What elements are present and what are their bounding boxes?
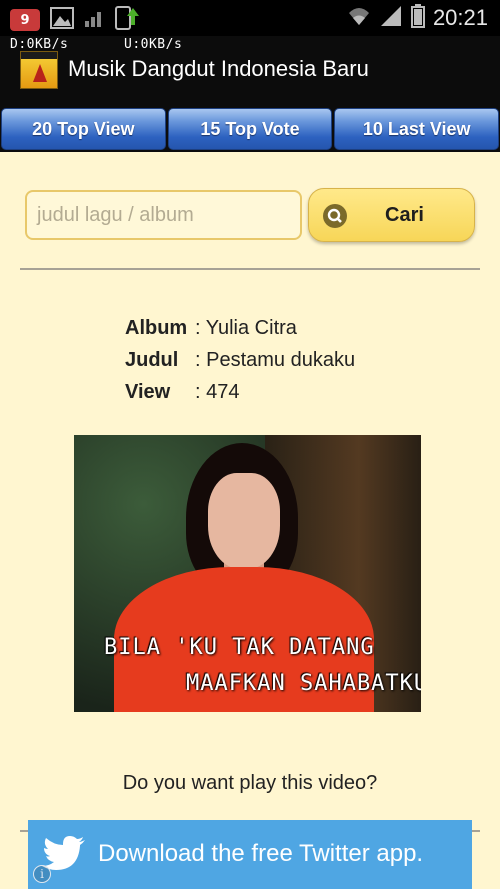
status-bar: 9 20:21 — [0, 0, 500, 36]
ad-banner-text: Download the free Twitter app. — [98, 840, 424, 867]
caption-line-2: MAAFKAN SAHABATKU — [186, 671, 421, 696]
tab-last-view[interactable]: 10 Last View — [334, 108, 500, 150]
app-logo-icon — [20, 51, 58, 89]
gallery-icon — [50, 7, 74, 33]
cell-signal-icon — [379, 5, 403, 31]
download-icon — [114, 5, 140, 35]
status-bar-right: 20:21 — [347, 4, 488, 32]
title-label: Judul — [125, 349, 179, 371]
tab-top-view[interactable]: 20 Top View — [1, 108, 166, 150]
search-button[interactable]: Cari — [308, 188, 475, 242]
search-icon — [323, 204, 347, 228]
net-speed-indicator: D:0KB/s U:0KB/s — [10, 37, 182, 52]
notification-badge-icon: 9 — [10, 9, 40, 31]
upload-speed: U:0KB/s — [124, 37, 183, 52]
video-thumbnail[interactable]: BILA 'KU TAK DATANG MAAFKAN SAHABATKU — [74, 435, 421, 712]
divider — [20, 268, 480, 270]
view-value: : 474 — [195, 381, 240, 403]
app-title: Musik Dangdut Indonesia Baru — [68, 56, 369, 81]
play-prompt: Do you want play this video? — [122, 772, 378, 794]
album-label: Album — [125, 317, 188, 339]
status-bar-left: 9 — [10, 5, 140, 35]
clock: 20:21 — [432, 5, 488, 30]
signal-icon — [84, 8, 104, 32]
wifi-icon — [347, 5, 371, 31]
tab-top-vote[interactable]: 15 Top Vote — [167, 108, 333, 150]
action-bar: Musik Dangdut Indonesia Baru — [0, 36, 500, 104]
title-value: : Pestamu dukaku — [195, 349, 356, 371]
search-placeholder: judul lagu / album — [37, 203, 194, 226]
ad-banner[interactable]: Download the free Twitter app. — [28, 820, 472, 889]
view-label: View — [125, 381, 171, 403]
caption-line-1: BILA 'KU TAK DATANG — [104, 635, 375, 660]
album-value: : Yulia Citra — [195, 317, 297, 339]
search-input[interactable]: judul lagu / album — [25, 190, 302, 240]
download-speed: D:0KB/s — [10, 37, 69, 52]
tab-bar: 20 Top View 15 Top Vote 10 Last View — [0, 104, 500, 152]
ad-info-icon[interactable]: i — [33, 865, 51, 883]
search-button-label: Cari — [385, 204, 424, 226]
battery-icon — [410, 4, 425, 32]
